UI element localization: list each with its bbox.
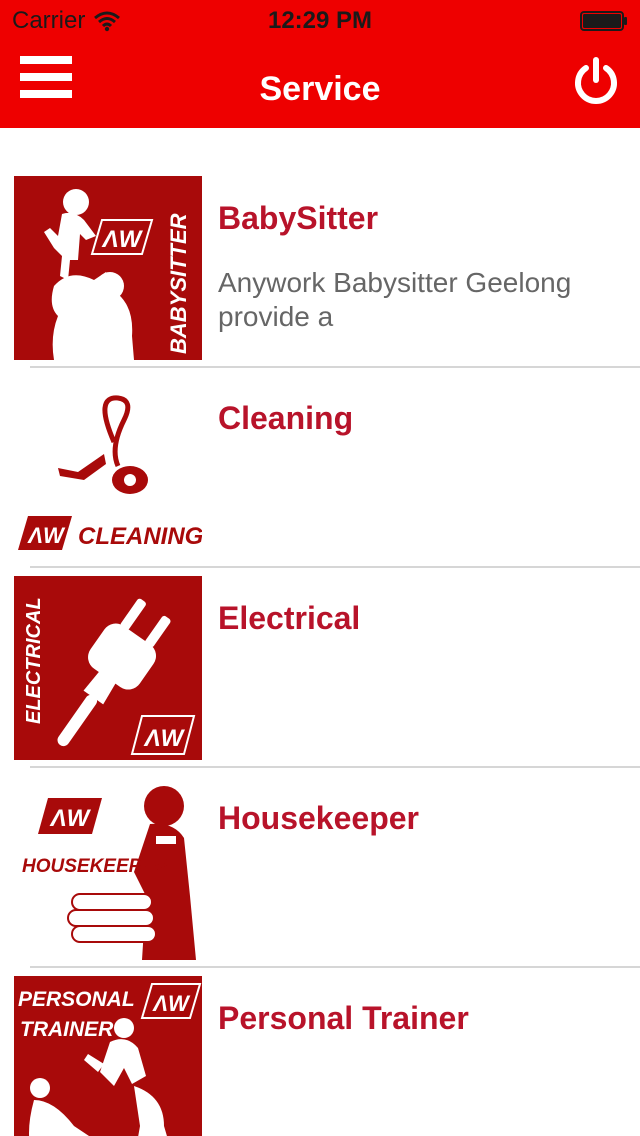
service-row-housekeeper[interactable]: ΛW HOUSEKEEPER Housekeeper — [0, 728, 640, 968]
service-description-babysitter: Anywork Babysitter Geelong provide a — [218, 267, 572, 332]
svg-text:ΛW: ΛW — [101, 226, 144, 253]
service-title-housekeeper: Housekeeper — [218, 800, 419, 836]
service-row-electrical[interactable]: ELECTRICAL ΛW Electrical — [0, 528, 640, 768]
service-title-electrical: Electrical — [218, 600, 361, 636]
service-title-babysitter: BabySitter — [218, 200, 379, 236]
electrical-logo-text: ELECTRICAL — [23, 597, 45, 724]
status-time: 12:29 PM — [267, 7, 373, 34]
service-list: ΛW BABYSITTER BabySitter Anywork Babysit… — [0, 128, 640, 1136]
navigation-bar: Service — [0, 40, 640, 128]
status-bar: Carrier 12:29 PM — [0, 0, 640, 40]
housekeeper-logo-text: HOUSEKEEPER — [22, 856, 168, 877]
service-row-babysitter[interactable]: ΛW BABYSITTER BabySitter Anywork Babysit… — [0, 128, 640, 368]
svg-text:ΛW: ΛW — [49, 805, 92, 832]
battery-icon — [580, 11, 627, 31]
service-title-cleaning: Cleaning — [218, 400, 354, 436]
page-title: Service — [259, 70, 381, 108]
personal-trainer-logo-icon: PERSONAL TRAINER ΛW — [14, 976, 202, 1136]
svg-text:ΛW: ΛW — [152, 991, 191, 1016]
personal-trainer-logo-text-line1: PERSONAL — [18, 988, 135, 1011]
personal-trainer-logo-text-line2: TRAINER — [20, 1018, 114, 1041]
service-title-personal-trainer: Personal Trainer — [218, 1000, 469, 1036]
power-icon[interactable] — [570, 56, 622, 108]
service-row-cleaning[interactable]: ΛW CLEANING Cleaning — [0, 328, 640, 568]
service-row-personal-trainer[interactable]: PERSONAL TRAINER ΛW Personal Trainer — [0, 928, 640, 1136]
